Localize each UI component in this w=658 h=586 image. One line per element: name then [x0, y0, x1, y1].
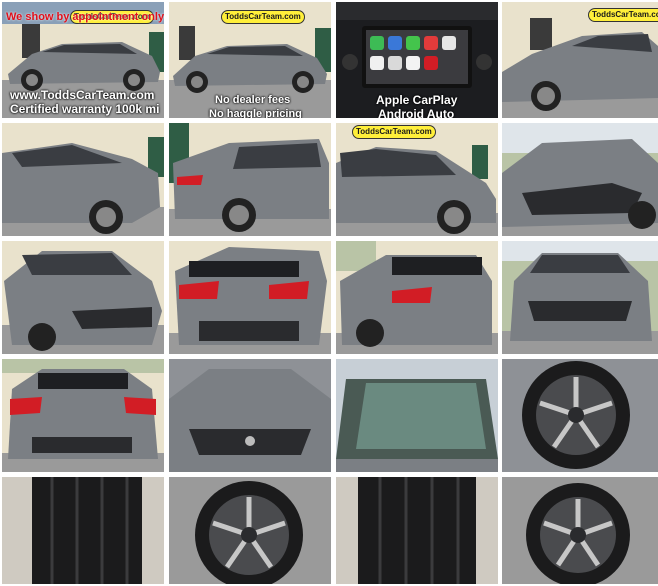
photo-5-rear-side[interactable]: [2, 123, 164, 236]
photo-17-tire-tread[interactable]: [2, 477, 164, 584]
photo-12-front-on[interactable]: [502, 241, 658, 354]
photo-8-front-grille[interactable]: [502, 123, 658, 236]
photo-4-front-three-quarter[interactable]: ToddsCarTeam.com: [502, 2, 658, 118]
android-auto-caption: Android Auto: [378, 107, 455, 118]
photo-7-front-side[interactable]: ToddsCarTeam.com: [336, 123, 498, 236]
photo-11-rear-right[interactable]: [336, 241, 498, 354]
photo-10-rear-spoiler[interactable]: [169, 241, 331, 354]
photo-9-front-left[interactable]: [2, 241, 164, 354]
photo-19-tire-tread[interactable]: [336, 477, 498, 584]
photo-18-wheel[interactable]: [169, 477, 331, 584]
photo-13-rear-on[interactable]: [2, 359, 164, 472]
photo-16-wheel[interactable]: [502, 359, 658, 472]
photo-14-front-bumper[interactable]: [169, 359, 331, 472]
warranty-caption: Certified warranty 100k mi: [10, 102, 160, 116]
photo-2-side-profile[interactable]: ToddsCarTeam.com No dealer fees No haggl…: [169, 2, 331, 118]
carplay-caption: Apple CarPlay: [376, 93, 458, 107]
photo-3-infotainment-screen[interactable]: Apple CarPlay Android Auto: [336, 2, 498, 118]
photo-6-rear-three-quarter[interactable]: [169, 123, 331, 236]
dealer-sign: ToddsCarTeam.com: [221, 10, 305, 24]
no-haggle-caption: No haggle pricing: [209, 108, 302, 118]
photo-1-side-profile[interactable]: ToddsCarTeam.com We show by appointment …: [2, 2, 164, 118]
appointment-caption: We show by appointment only: [6, 11, 164, 23]
dealer-sign: ToddsCarTeam.com: [352, 125, 436, 139]
no-dealer-fees-caption: No dealer fees: [215, 94, 291, 106]
dealer-sign: ToddsCarTeam.com: [588, 8, 658, 22]
photo-20-wheel[interactable]: [502, 477, 658, 584]
website-caption: www.ToddsCarTeam.com: [10, 88, 155, 102]
photo-gallery-grid: ToddsCarTeam.com We show by appointment …: [0, 0, 658, 586]
photo-15-windshield[interactable]: [336, 359, 498, 472]
